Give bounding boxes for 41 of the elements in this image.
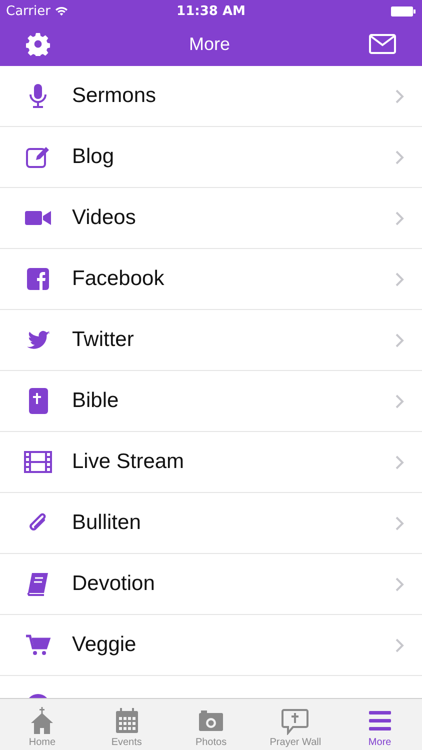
menu-row[interactable]: Sermons xyxy=(0,66,422,127)
carrier-name: Carrier xyxy=(6,4,50,18)
chevron-icon xyxy=(395,516,404,530)
facebook-icon xyxy=(24,265,52,293)
menu-row[interactable]: Devotion xyxy=(0,554,422,615)
chevron-icon xyxy=(395,210,404,226)
menu-row[interactable]: Blog xyxy=(0,127,422,188)
chevron-icon xyxy=(395,454,404,470)
menu-label: Veggie xyxy=(72,633,138,657)
chevron-icon xyxy=(395,394,404,408)
battery-icon xyxy=(391,6,416,16)
menu-label: Bulliten xyxy=(72,511,142,535)
menu-row[interactable]: Bulliten xyxy=(0,493,422,554)
tab-item[interactable]: More xyxy=(338,699,422,750)
menu-row[interactable]: Bible xyxy=(0,371,422,432)
menu-label: Facebook xyxy=(72,267,166,291)
menu-label: Devotion xyxy=(72,572,156,596)
menu-row[interactable]: Twitter xyxy=(0,310,422,371)
chevron-icon xyxy=(395,638,404,652)
menu-label: Sermons xyxy=(72,84,158,108)
chevron-icon xyxy=(395,88,404,104)
nav-title: More xyxy=(188,34,230,54)
chevron-icon xyxy=(395,332,404,348)
chevron-icon xyxy=(395,576,404,592)
film-icon xyxy=(24,448,52,476)
speech-bubble-icon xyxy=(280,707,310,735)
menu-label: Twitter xyxy=(72,328,135,352)
chevron-icon xyxy=(395,272,404,286)
mail-icon[interactable] xyxy=(368,34,396,54)
menu-row[interactable]: Veggie xyxy=(0,615,422,676)
chevron-icon xyxy=(395,150,404,164)
menu-row[interactable]: Facebook xyxy=(0,249,422,310)
menu-label: Blog xyxy=(72,145,116,169)
settings-icon[interactable] xyxy=(26,32,50,56)
wifi-icon xyxy=(55,6,68,16)
status-time: 11:38 AM xyxy=(176,4,246,18)
menu-row[interactable]: Live Stream xyxy=(0,432,422,493)
menu-row[interactable]: Videos xyxy=(0,188,422,249)
menu-label: Live Stream xyxy=(72,450,186,474)
menu-label: Bible xyxy=(72,389,120,413)
menu-label: Videos xyxy=(72,206,137,230)
